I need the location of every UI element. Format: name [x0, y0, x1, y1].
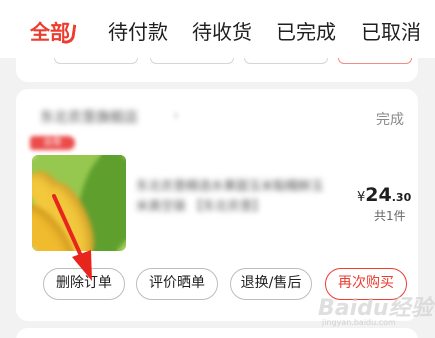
previous-order-card: [16, 58, 418, 82]
previous-rebuy-button[interactable]: [338, 58, 412, 64]
product-thumbnail[interactable]: [32, 155, 126, 251]
order-tabs: 全部 待付款 待收货 已完成 已取消: [0, 0, 435, 58]
return-service-button[interactable]: 退换/售后: [230, 268, 312, 300]
tab-pending-payment[interactable]: 待付款: [108, 19, 168, 45]
previous-action-button[interactable]: [54, 58, 138, 64]
order-price: ¥24.30: [357, 184, 411, 206]
tab-pending-receipt[interactable]: 待收货: [192, 19, 252, 45]
review-order-button[interactable]: 评价晒单: [136, 268, 218, 300]
delete-order-button[interactable]: 删除订单: [43, 268, 125, 300]
tab-active-indicator: [61, 23, 77, 45]
tab-completed[interactable]: 已完成: [276, 19, 336, 45]
self-operated-badge: 自营: [30, 136, 75, 150]
price-integer: 24: [365, 184, 392, 206]
watermark-url: jingyan.baidu.com: [322, 318, 396, 327]
product-title[interactable]: 东北农垦精选水果甜玉米黏糯鲜玉米真空装 【东北农垦】: [136, 176, 330, 216]
chevron-right-icon[interactable]: ›: [173, 106, 179, 124]
order-status: 完成: [376, 112, 404, 128]
item-count: 共1件: [374, 209, 406, 223]
price-decimal: .30: [391, 191, 412, 204]
previous-action-button[interactable]: [150, 58, 234, 64]
previous-action-button[interactable]: [244, 58, 328, 64]
shop-name[interactable]: 东北农垦旗舰店: [40, 107, 180, 125]
tab-cancelled[interactable]: 已取消: [361, 19, 421, 45]
next-order-card: [16, 328, 418, 338]
badge-label: 自营: [43, 138, 62, 148]
